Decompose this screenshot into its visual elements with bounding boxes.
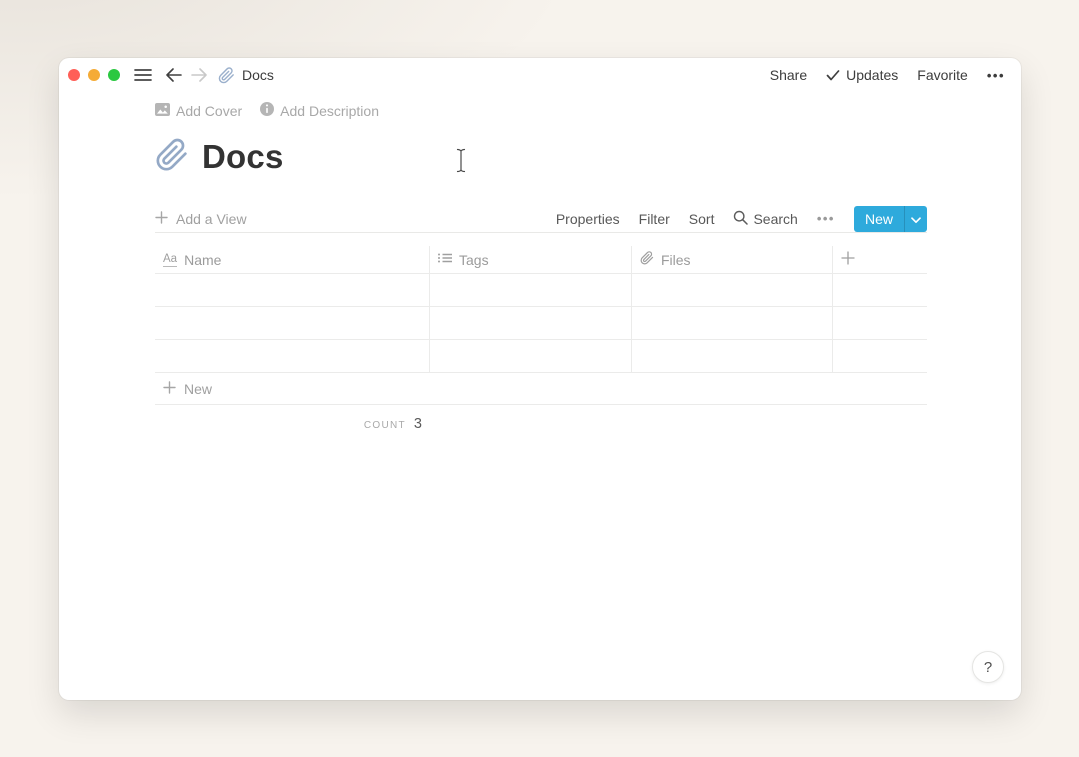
forward-arrow-icon[interactable]	[191, 68, 208, 82]
view-more-options-icon[interactable]: •••	[817, 211, 835, 226]
table-body	[155, 274, 927, 373]
add-description-button[interactable]: Add Description	[260, 102, 379, 119]
back-arrow-icon[interactable]	[165, 68, 182, 82]
chevron-down-icon	[911, 211, 921, 227]
new-button-group: New	[853, 205, 927, 232]
app-window: Docs Share Updates Favorite ••• Add Cove…	[59, 58, 1021, 700]
table-cell[interactable]	[632, 340, 833, 372]
add-view-button[interactable]: Add a View	[155, 211, 247, 227]
table-row	[155, 307, 927, 340]
table-cell[interactable]	[430, 274, 632, 306]
table-header-row: Aa Name Tags Files	[155, 246, 927, 274]
properties-button[interactable]: Properties	[556, 211, 620, 227]
table-cell[interactable]	[155, 307, 430, 339]
sort-button[interactable]: Sort	[689, 211, 715, 227]
column-header-tags[interactable]: Tags	[430, 246, 632, 273]
count-value: 3	[413, 416, 422, 432]
breadcrumb[interactable]: Docs	[218, 66, 274, 84]
table-cell[interactable]	[833, 307, 927, 339]
favorite-button[interactable]: Favorite	[917, 67, 968, 83]
table-row	[155, 340, 927, 373]
database-table: Aa Name Tags Files New COUNT 3	[155, 246, 927, 432]
text-cursor-icon	[455, 148, 467, 178]
minimize-window-button[interactable]	[88, 69, 100, 81]
add-cover-button[interactable]: Add Cover	[155, 102, 242, 119]
filter-button[interactable]: Filter	[639, 211, 670, 227]
close-window-button[interactable]	[68, 69, 80, 81]
column-header-files[interactable]: Files	[632, 246, 833, 273]
count-label: COUNT	[363, 420, 406, 431]
multiselect-property-icon	[438, 251, 452, 268]
add-property-icon	[841, 251, 855, 268]
table-cell[interactable]	[155, 274, 430, 306]
new-button[interactable]: New	[854, 206, 904, 232]
check-icon	[826, 69, 840, 81]
search-icon	[733, 210, 749, 228]
more-options-icon[interactable]: •••	[987, 68, 1005, 83]
paperclip-icon	[218, 66, 235, 84]
view-bar: Add a View Properties Filter Sort Search…	[155, 205, 927, 233]
table-cell[interactable]	[632, 307, 833, 339]
plus-icon	[163, 380, 176, 397]
table-row	[155, 274, 927, 307]
sidebar-menu-icon[interactable]	[134, 68, 152, 82]
info-icon	[260, 102, 275, 119]
share-button[interactable]: Share	[770, 67, 807, 83]
page-icon-paperclip[interactable]	[155, 138, 189, 177]
titlebar: Docs Share Updates Favorite •••	[59, 58, 1021, 92]
plus-icon	[155, 210, 168, 227]
new-dropdown-button[interactable]	[904, 205, 927, 232]
new-row-button[interactable]: New	[155, 373, 927, 405]
table-cell[interactable]	[833, 340, 927, 372]
zoom-window-button[interactable]	[108, 69, 120, 81]
page-meta-row: Add Cover Add Description	[155, 102, 927, 119]
updates-button[interactable]: Updates	[826, 67, 898, 83]
attachment-property-icon	[640, 251, 654, 268]
table-cell[interactable]	[632, 274, 833, 306]
page-title[interactable]: Docs	[202, 138, 284, 176]
text-property-icon: Aa	[163, 252, 178, 267]
breadcrumb-title: Docs	[242, 67, 274, 83]
image-icon	[155, 102, 170, 119]
help-button[interactable]: ?	[972, 651, 1004, 683]
column-header-name[interactable]: Aa Name	[155, 246, 430, 273]
add-property-button[interactable]	[833, 246, 927, 273]
table-cell[interactable]	[430, 307, 632, 339]
table-cell[interactable]	[833, 274, 927, 306]
table-footer[interactable]: COUNT 3	[155, 416, 430, 432]
table-cell[interactable]	[155, 340, 430, 372]
table-cell[interactable]	[430, 340, 632, 372]
window-controls	[68, 69, 120, 81]
search-button[interactable]: Search	[733, 210, 798, 228]
